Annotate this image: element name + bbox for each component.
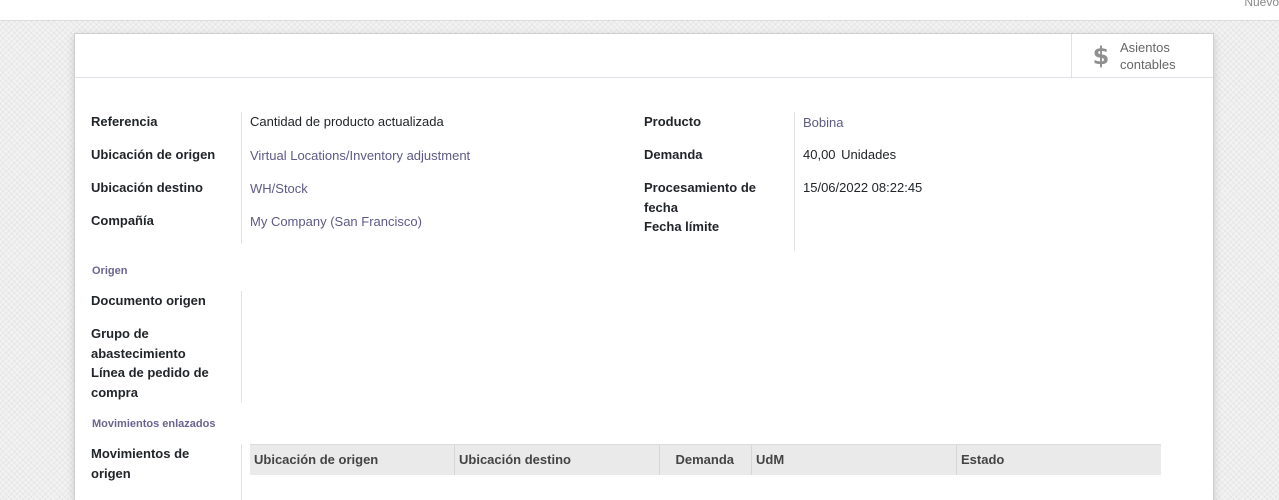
origin-moves-label: Movimientos de origen (91, 446, 190, 481)
source-location-label: Ubicación de origen (91, 147, 216, 162)
dest-location-link[interactable]: WH/Stock (250, 179, 308, 199)
column-header-demand[interactable]: Demanda (660, 445, 752, 475)
product-label: Producto (644, 114, 702, 129)
column-header-source-location[interactable]: Ubicación de origen (250, 445, 455, 475)
button-box: $ Asientos contables (75, 34, 1213, 78)
procurement-group-label: Grupo de abastecimiento (91, 326, 186, 361)
demand-label: Demanda (644, 147, 703, 162)
form-sheet: $ Asientos contables Referencia Cantidad… (74, 33, 1214, 500)
source-location-link[interactable]: Virtual Locations/Inventory adjustment (250, 146, 470, 166)
company-link[interactable]: My Company (San Francisco) (250, 212, 422, 232)
demand-value[interactable]: 40,00 Unidades (803, 145, 896, 165)
dollar-icon: $ (1092, 41, 1110, 70)
demand-quantity: 40,00 (803, 147, 836, 162)
new-button[interactable]: Nuevo (1244, 0, 1279, 8)
reference-value[interactable]: Cantidad de producto actualizada (250, 112, 444, 132)
date-processing-value[interactable]: 15/06/2022 08:22:45 (803, 178, 922, 198)
source-document-label: Documento origen (91, 293, 206, 308)
origin-group-divider (241, 291, 242, 403)
top-bar: Nuevo (0, 0, 1279, 21)
dest-location-label: Ubicación destino (91, 180, 203, 195)
linked-moves-section-title: Movimientos enlazados (92, 418, 216, 430)
reference-label: Referencia (91, 114, 158, 129)
column-header-uom[interactable]: UdM (752, 445, 957, 475)
column-header-dest-location[interactable]: Ubicación destino (455, 445, 660, 475)
journal-entries-label: Asientos contables (1120, 40, 1176, 72)
linked-group-divider (241, 444, 242, 500)
product-link[interactable]: Bobina (803, 113, 843, 133)
company-label: Compañía (91, 213, 154, 228)
left-group-divider (241, 112, 242, 244)
journal-entries-button[interactable]: $ Asientos contables (1071, 34, 1213, 78)
origin-moves-table-header: Ubicación de origen Ubicación destino De… (250, 444, 1161, 475)
right-group-divider (794, 112, 795, 251)
column-header-status[interactable]: Estado (957, 445, 1161, 475)
demand-uom: Unidades (841, 147, 897, 162)
date-processing-label: Procesamiento de fecha (644, 180, 756, 215)
deadline-label: Fecha límite (644, 219, 720, 234)
purchase-line-label: Línea de pedido de compra (91, 365, 209, 400)
origin-section-title: Origen (92, 265, 128, 277)
